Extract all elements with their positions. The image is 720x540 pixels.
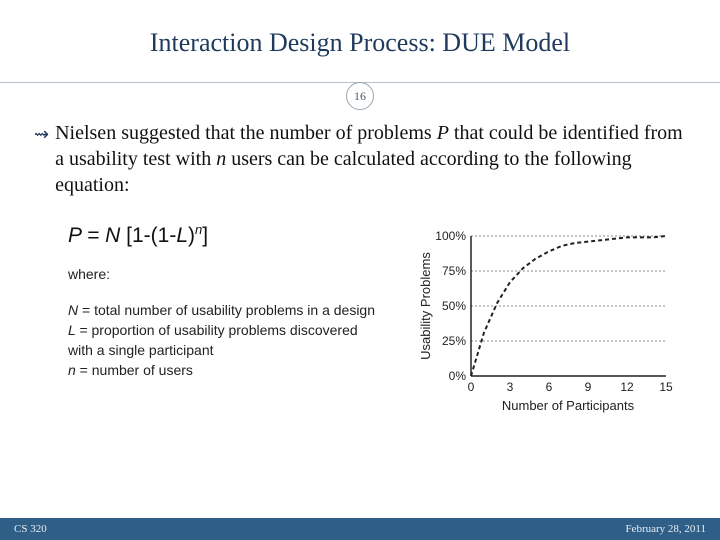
content-columns: P = N [1-(1-L)n] where: N = total number…: [0, 222, 720, 416]
def-n-text: = number of users: [76, 362, 193, 378]
def-N-text: = total number of usability problems in …: [82, 302, 375, 318]
bullet-var-p: P: [437, 122, 449, 144]
y-axis-label: Usability Problems: [418, 252, 433, 360]
def-N: N = total number of usability problems i…: [68, 300, 386, 320]
page-number-badge: 16: [346, 82, 374, 110]
eq-L: L: [176, 224, 188, 247]
title-divider: 16: [0, 82, 720, 112]
left-column: P = N [1-(1-L)n] where: N = total number…: [34, 222, 386, 416]
body: ⇝ Nielsen suggested that the number of p…: [0, 112, 720, 198]
x-tick-3: 9: [585, 380, 592, 394]
right-column: 0% 25% 50% 75% 100% 0 3 6 9 12 15 Number…: [406, 222, 686, 416]
where-label: where:: [68, 266, 386, 282]
eq-close: ]: [202, 224, 208, 247]
y-tick-1: 25%: [442, 334, 466, 348]
footer: CS 320 February 28, 2011: [0, 518, 720, 540]
eq-mid: ): [188, 224, 195, 247]
def-L: L = proportion of usability problems dis…: [68, 320, 386, 360]
def-L-text: = proportion of usability problems disco…: [68, 322, 358, 358]
eq-lhs: P = N: [68, 224, 126, 247]
x-tick-1: 3: [507, 380, 514, 394]
slide: Interaction Design Process: DUE Model 16…: [0, 0, 720, 540]
y-tick-3: 75%: [442, 264, 466, 278]
bullet-icon: ⇝: [34, 121, 49, 147]
bullet-frag-1: Nielsen suggested that the number of pro…: [55, 122, 437, 144]
footer-left: CS 320: [14, 523, 47, 535]
eq-open: [1-(1-: [126, 224, 176, 247]
y-tick-4: 100%: [435, 229, 466, 243]
equation: P = N [1-(1-L)n]: [68, 222, 386, 248]
slide-title: Interaction Design Process: DUE Model: [0, 0, 720, 68]
def-n-sym: n: [68, 362, 76, 378]
x-tick-5: 15: [659, 380, 673, 394]
x-axis-label: Number of Participants: [502, 398, 635, 413]
x-tick-4: 12: [620, 380, 634, 394]
bullet-text: Nielsen suggested that the number of pro…: [55, 120, 686, 198]
def-L-sym: L: [68, 322, 79, 338]
bullet-item: ⇝ Nielsen suggested that the number of p…: [34, 120, 686, 198]
y-tick-2: 50%: [442, 299, 466, 313]
footer-right: February 28, 2011: [625, 523, 706, 535]
chart: 0% 25% 50% 75% 100% 0 3 6 9 12 15 Number…: [416, 226, 676, 416]
def-N-sym: N: [68, 302, 82, 318]
y-tick-0: 0%: [449, 369, 467, 383]
def-n: n = number of users: [68, 360, 386, 380]
definitions: N = total number of usability problems i…: [68, 300, 386, 380]
x-tick-2: 6: [546, 380, 553, 394]
x-tick-0: 0: [468, 380, 475, 394]
bullet-var-n: n: [216, 148, 226, 170]
